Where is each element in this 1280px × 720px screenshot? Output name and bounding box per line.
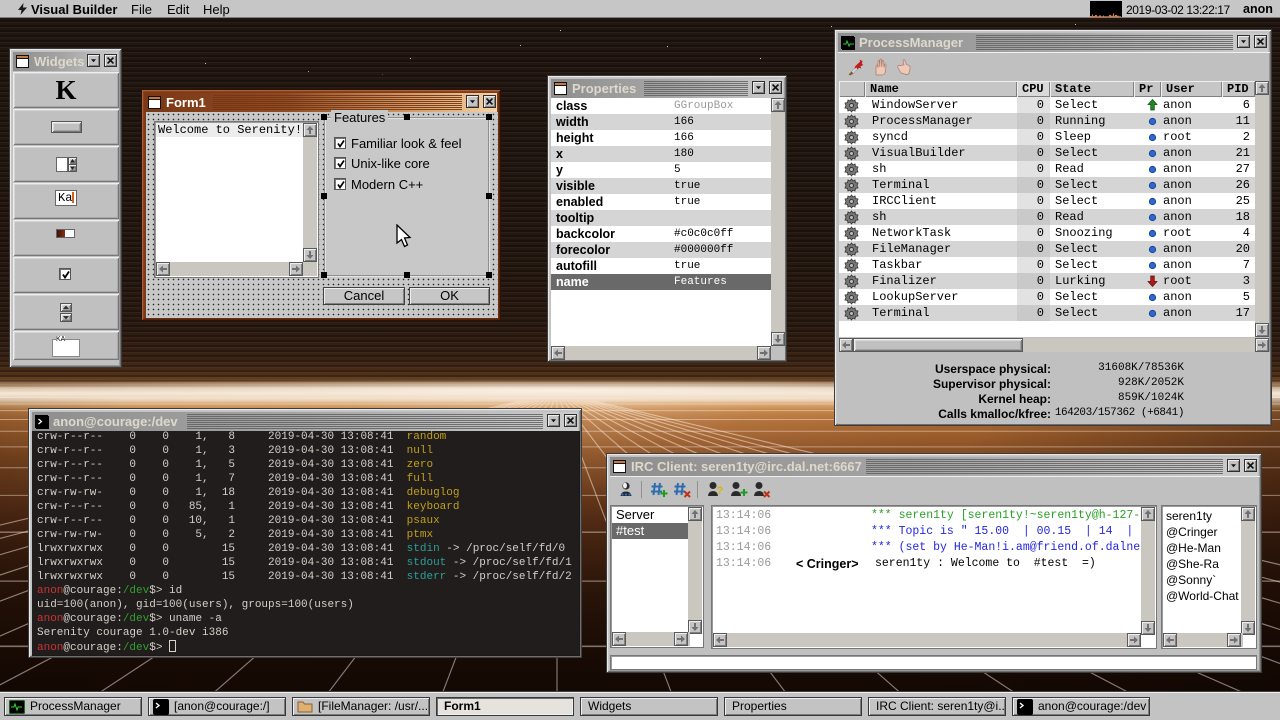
svg-text:?: ? <box>717 485 724 497</box>
